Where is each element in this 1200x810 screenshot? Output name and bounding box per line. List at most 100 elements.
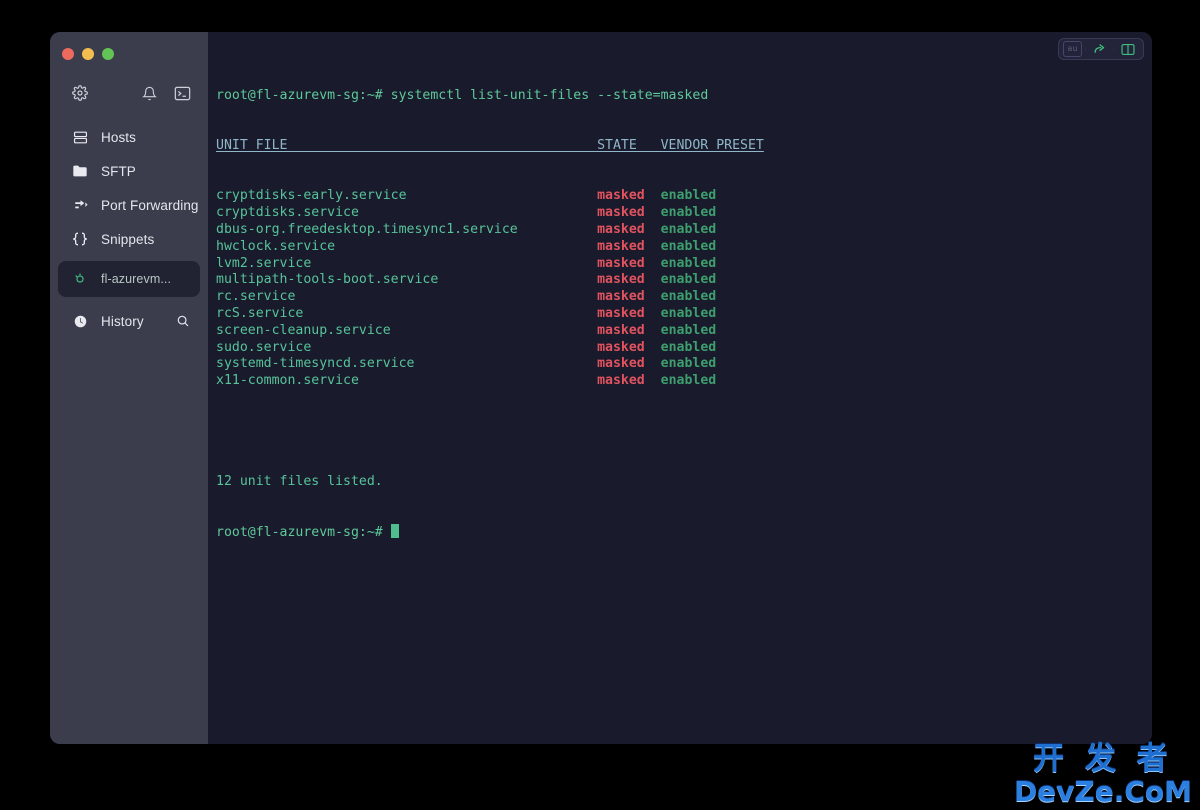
- sidebar-item-session-fl-azurevm[interactable]: fl-azurevm...: [58, 261, 200, 297]
- split-pane-icon[interactable]: [1117, 41, 1139, 57]
- column-gap: [645, 340, 661, 355]
- unit-file-name: systemd-timesyncd.service: [216, 356, 598, 372]
- unit-vendor-preset: enabled: [660, 255, 717, 271]
- terminal-table-row: hwclock.service masked enabled: [216, 239, 1152, 256]
- terminal-table-row: rcS.service masked enabled: [216, 306, 1152, 323]
- sidebar-item-snippets[interactable]: Snippets: [58, 222, 200, 256]
- terminal-table-row: sudo.service masked enabled: [216, 340, 1152, 357]
- unit-file-name: multipath-tools-boot.service: [216, 272, 598, 288]
- terminal-final-prompt: root@fl-azurevm-sg:~#: [216, 525, 383, 541]
- terminal-chip-label[interactable]: au: [1063, 41, 1082, 57]
- terminal-pane[interactable]: au · · root@fl-azurevm-sg:~# systemctl l…: [208, 32, 1152, 744]
- controls-separator-dot: ·: [1084, 44, 1087, 54]
- braces-icon: [70, 230, 90, 248]
- unit-file-name: rc.service: [216, 289, 598, 305]
- unit-file-name: x11-common.service: [216, 373, 598, 389]
- gear-icon[interactable]: [70, 83, 90, 103]
- unit-file-name: cryptdisks.service: [216, 205, 598, 221]
- bell-icon[interactable]: [139, 83, 159, 103]
- unit-vendor-preset: enabled: [660, 356, 717, 372]
- unit-vendor-preset: enabled: [660, 339, 717, 355]
- terminal-final-prompt-line: root@fl-azurevm-sg:~#: [216, 524, 1152, 541]
- terminal-command: systemctl list-unit-files --state=masked: [382, 87, 709, 103]
- unit-vendor-preset: enabled: [660, 205, 717, 221]
- column-gap: [645, 272, 661, 287]
- column-gap: [645, 356, 661, 371]
- unit-vendor-preset: enabled: [660, 238, 717, 254]
- watermark-line-cn: 开 发 者: [1033, 741, 1173, 777]
- unit-state: masked: [597, 205, 645, 221]
- sidebar: Hosts SFTP Port Forwarding Snippets fl-a…: [50, 32, 208, 744]
- terminal-icon[interactable]: [172, 83, 192, 103]
- arrows-icon: [70, 196, 90, 214]
- column-gap: [645, 289, 661, 304]
- terminal-controls: au · ·: [1058, 38, 1144, 60]
- search-icon[interactable]: [176, 314, 190, 328]
- terminal-table-row: x11-common.service masked enabled: [216, 373, 1152, 390]
- minimize-window-button[interactable]: [82, 47, 94, 60]
- column-gap: [645, 256, 661, 271]
- sidebar-item-label: fl-azurevm...: [101, 272, 172, 286]
- terminal-table-row: systemd-timesyncd.service masked enabled: [216, 356, 1152, 373]
- column-gap: [645, 205, 661, 220]
- unit-file-name: hwclock.service: [216, 238, 598, 254]
- unit-file-name: screen-cleanup.service: [216, 322, 598, 338]
- unit-state: masked: [597, 322, 645, 338]
- terminal-command-line: root@fl-azurevm-sg:~# systemctl list-uni…: [216, 88, 1152, 105]
- column-gap: [645, 323, 661, 338]
- terminal-prompt: root@fl-azurevm-sg:~#: [216, 87, 383, 103]
- unit-vendor-preset: enabled: [660, 305, 717, 321]
- unit-vendor-preset: enabled: [660, 373, 717, 389]
- unit-vendor-preset: enabled: [660, 322, 717, 338]
- sidebar-item-label: SFTP: [101, 163, 136, 179]
- unit-state: masked: [597, 272, 645, 288]
- sidebar-item-port-forwarding[interactable]: Port Forwarding: [58, 188, 200, 222]
- unit-vendor-preset: enabled: [660, 272, 717, 288]
- unit-state: masked: [597, 373, 645, 389]
- close-window-button[interactable]: [62, 47, 74, 60]
- unit-state: masked: [597, 289, 645, 305]
- unit-state: masked: [597, 238, 645, 254]
- server-icon: [70, 128, 90, 146]
- column-gap: [645, 239, 661, 254]
- folder-icon: [70, 162, 90, 180]
- terminal-table-row: multipath-tools-boot.service masked enab…: [216, 272, 1152, 289]
- watermark-line-en: DevZe.CoM: [1013, 775, 1192, 808]
- terminal-summary-line: 12 unit files listed.: [216, 473, 383, 489]
- sidebar-item-label: History: [101, 313, 144, 329]
- unit-state: masked: [597, 188, 645, 204]
- terminal-table-row: lvm2.service masked enabled: [216, 256, 1152, 273]
- terminal-table-header: UNIT FILE STATE VENDOR PRESET: [216, 137, 764, 153]
- terminal-output[interactable]: root@fl-azurevm-sg:~# systemctl list-uni…: [208, 32, 1152, 575]
- sidebar-item-sftp[interactable]: SFTP: [58, 154, 200, 188]
- clock-icon: [70, 312, 90, 330]
- terminal-table-row: cryptdisks-early.service masked enabled: [216, 188, 1152, 205]
- maximize-window-button[interactable]: [102, 47, 114, 60]
- controls-separator-dot: ·: [1112, 44, 1115, 54]
- terminal-table-row: screen-cleanup.service masked enabled: [216, 323, 1152, 340]
- unit-file-name: cryptdisks-early.service: [216, 188, 598, 204]
- watermark: 开 发 者 DevZe.CoM: [1014, 744, 1192, 806]
- sidebar-item-hosts[interactable]: Hosts: [58, 120, 200, 154]
- sidebar-item-label: Hosts: [101, 129, 137, 145]
- unit-file-name: dbus-org.freedesktop.timesync1.service: [216, 221, 598, 237]
- unit-state: masked: [597, 221, 645, 237]
- session-icon: [70, 270, 90, 288]
- terminal-table-row: cryptdisks.service masked enabled: [216, 205, 1152, 222]
- terminal-table-rows: cryptdisks-early.service masked enabled c…: [216, 188, 1152, 390]
- terminal-table-row: dbus-org.freedesktop.timesync1.service m…: [216, 222, 1152, 239]
- unit-vendor-preset: enabled: [660, 221, 717, 237]
- sidebar-item-label: Snippets: [101, 231, 155, 247]
- column-gap: [645, 306, 661, 321]
- sidebar-item-history[interactable]: History: [58, 304, 200, 338]
- unit-state: masked: [597, 339, 645, 355]
- column-gap: [645, 222, 661, 237]
- window-traffic-lights: [50, 32, 208, 62]
- share-arrow-icon[interactable]: [1089, 41, 1110, 57]
- terminal-cursor: [390, 524, 399, 539]
- unit-state: masked: [597, 305, 645, 321]
- sidebar-toolbar: [50, 78, 208, 108]
- sidebar-nav-list: Hosts SFTP Port Forwarding Snippets fl-a…: [50, 120, 208, 338]
- unit-vendor-preset: enabled: [660, 289, 717, 305]
